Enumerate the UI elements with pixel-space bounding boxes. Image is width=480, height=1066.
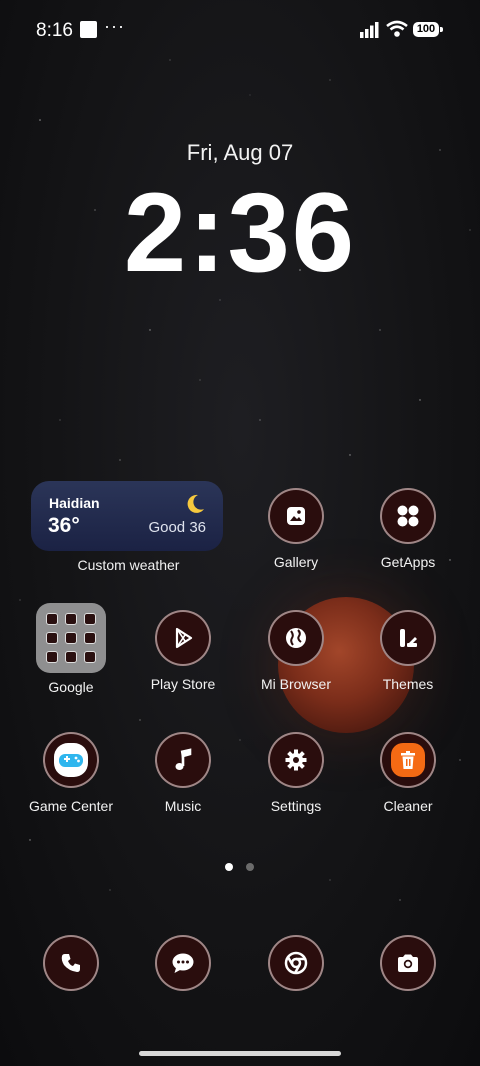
app-label: Cleaner (383, 798, 433, 814)
app-label: Play Store (150, 676, 216, 692)
app-label: Mi Browser (260, 676, 331, 692)
app-google-folder[interactable]: Google (15, 603, 127, 695)
air-quality-text: Good 36 (148, 519, 206, 536)
getapps-icon (380, 488, 436, 544)
more-notifications-icon: ··· (104, 16, 125, 36)
weather-temperature: 36° (48, 514, 80, 537)
app-settings[interactable]: Settings (240, 732, 352, 814)
app-label: Google (48, 679, 94, 695)
globe-icon (268, 610, 324, 666)
phone-icon (43, 935, 99, 991)
google-folder-icon (36, 603, 106, 673)
cleaner-icon (380, 732, 436, 788)
app-gallery[interactable]: Gallery (240, 488, 352, 570)
app-themes[interactable]: Themes (352, 610, 464, 692)
wifi-icon (386, 20, 408, 37)
app-play-store[interactable]: Play Store (127, 610, 239, 692)
app-cleaner[interactable]: Cleaner (352, 732, 464, 814)
camera-icon (380, 935, 436, 991)
home-gesture-bar[interactable] (139, 1051, 341, 1056)
app-label: Settings (270, 798, 322, 814)
chrome-icon (268, 935, 324, 991)
date-text: Fri, Aug 07 (186, 140, 294, 165)
app-label: Themes (382, 676, 434, 692)
dock-chrome[interactable] (240, 935, 352, 991)
status-bar: 8:16 ··· 100 (0, 0, 480, 60)
dock-phone[interactable] (15, 935, 127, 991)
game-center-icon (43, 732, 99, 788)
dock-messages[interactable] (127, 935, 239, 991)
page-dot-active[interactable] (225, 863, 233, 871)
app-label: Gallery (273, 554, 319, 570)
music-note-icon (155, 732, 211, 788)
app-label: Game Center (28, 798, 114, 814)
themes-icon (380, 610, 436, 666)
app-label: Music (164, 798, 202, 814)
app-game-center[interactable]: Game Center (15, 732, 127, 814)
clock-time[interactable]: 2:36 (0, 168, 480, 297)
battery-icon: 100 (413, 22, 443, 37)
weather-widget-label: Custom weather (77, 557, 180, 573)
app-getapps[interactable]: GetApps (352, 488, 464, 570)
status-time: 8:16 (36, 20, 73, 41)
signal-icon (360, 22, 379, 38)
dock-camera[interactable] (352, 935, 464, 991)
page-dot[interactable] (246, 863, 254, 871)
play-store-icon (155, 610, 211, 666)
moon-icon (187, 494, 204, 513)
app-label: GetApps (380, 554, 436, 570)
app-mi-browser[interactable]: Mi Browser (240, 610, 352, 692)
app-music[interactable]: Music (127, 732, 239, 814)
messages-icon (155, 935, 211, 991)
notification-square-icon (80, 21, 97, 38)
gear-icon (268, 732, 324, 788)
weather-widget[interactable]: Haidian 36° Good 36 (31, 481, 223, 551)
gallery-icon (268, 488, 324, 544)
weather-city: Haidian (49, 495, 100, 511)
